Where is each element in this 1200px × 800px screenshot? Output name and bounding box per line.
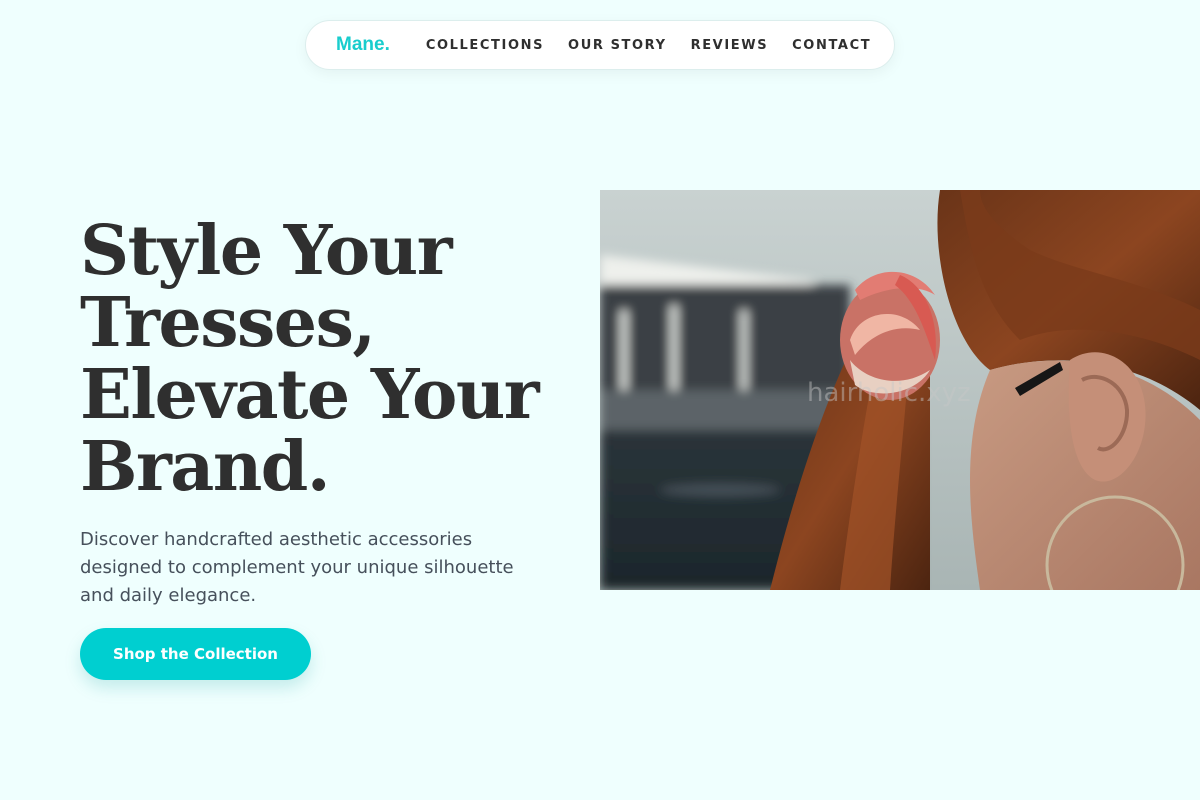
- nav-link-contact[interactable]: CONTACT: [792, 38, 871, 53]
- landing-page: Mane. COLLECTIONS OUR STORY REVIEWS CONT…: [0, 0, 1200, 800]
- nav-link-our-story[interactable]: OUR STORY: [568, 38, 667, 53]
- brand-logo[interactable]: Mane.: [336, 34, 390, 56]
- hero-title-line: Style Your: [80, 211, 453, 291]
- hero-image: hairholic.xyz: [600, 190, 1200, 590]
- image-watermark: hairholic.xyz: [807, 378, 971, 408]
- top-nav: Mane. COLLECTIONS OUR STORY REVIEWS CONT…: [305, 20, 895, 70]
- hero-title-line: Tresses,: [80, 283, 376, 363]
- hero-title: Style Your Tresses, Elevate Your Brand.: [80, 215, 560, 503]
- nav-link-collections[interactable]: COLLECTIONS: [426, 38, 544, 53]
- hero-subtitle: Discover handcrafted aesthetic accessori…: [80, 529, 514, 606]
- hero-title-line: Elevate Your: [80, 355, 540, 435]
- nav-links: COLLECTIONS OUR STORY REVIEWS CONTACT: [426, 38, 871, 53]
- hero-title-line: Brand.: [80, 427, 331, 507]
- nav-link-reviews[interactable]: REVIEWS: [691, 38, 769, 53]
- shop-collection-button[interactable]: Shop the Collection: [80, 628, 311, 680]
